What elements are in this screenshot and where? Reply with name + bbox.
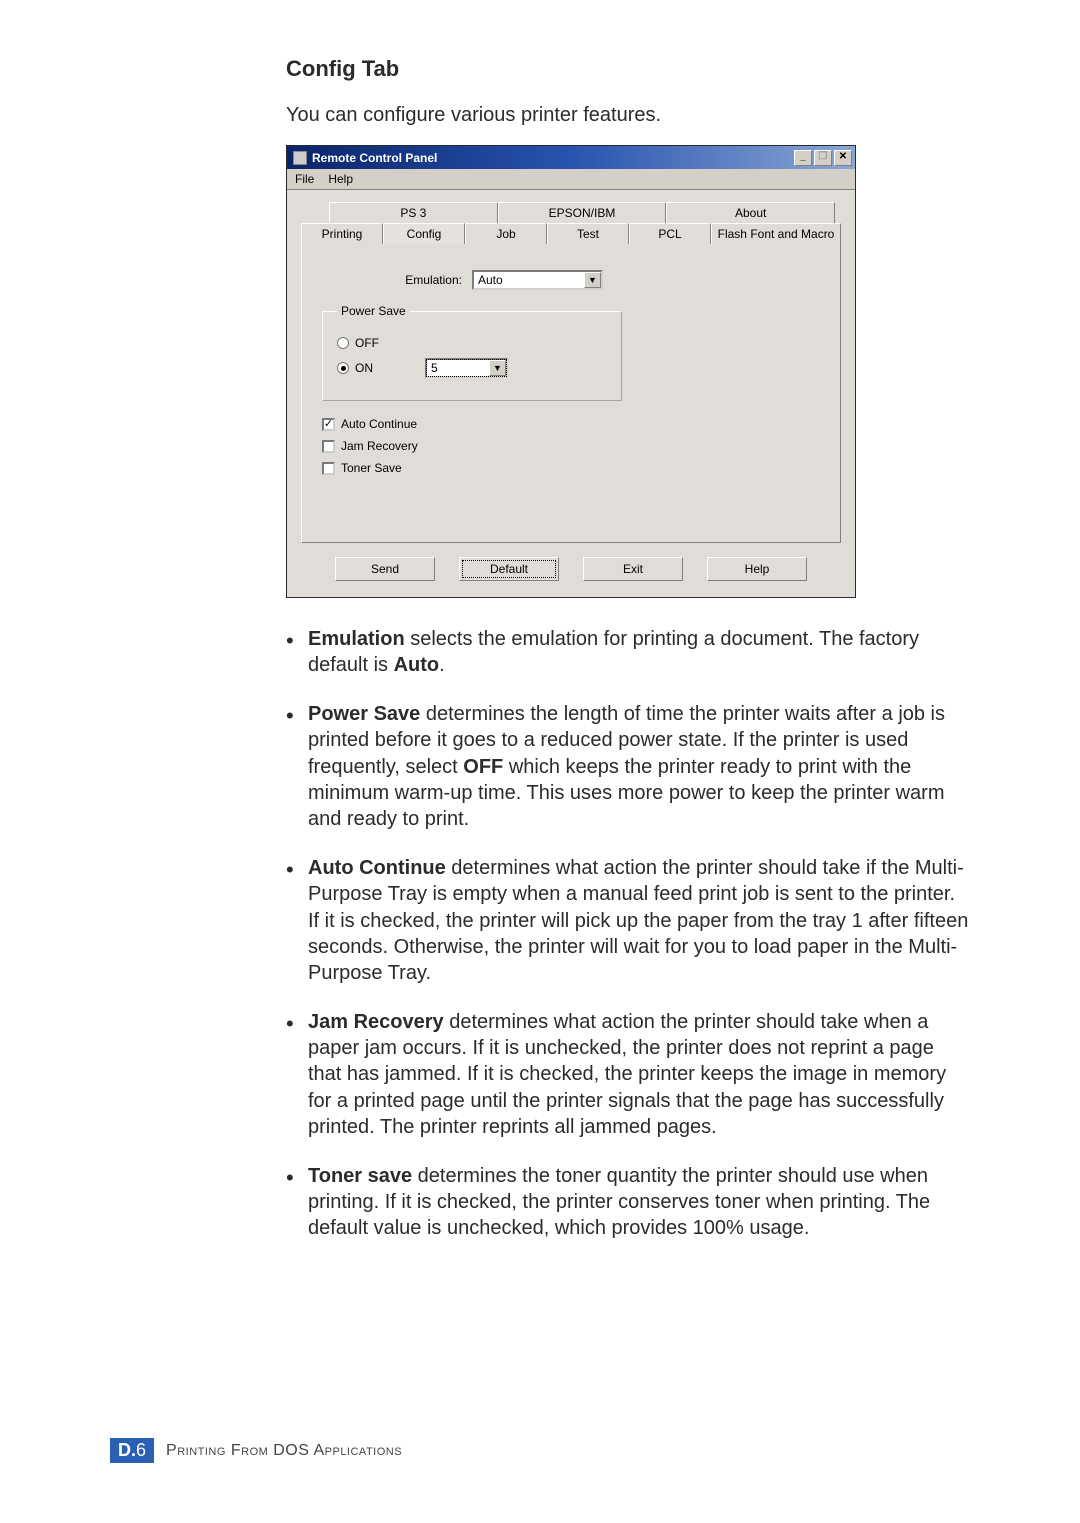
power-save-on-radio[interactable] bbox=[337, 362, 349, 374]
tab-printing[interactable]: Printing bbox=[301, 223, 383, 244]
note-emulation: Emulation selects the emulation for prin… bbox=[286, 626, 970, 679]
emulation-dropdown[interactable]: Auto ▼ bbox=[472, 270, 603, 290]
close-button[interactable]: ✕ bbox=[834, 150, 852, 166]
tab-job[interactable]: Job bbox=[465, 223, 547, 244]
tab-about[interactable]: About bbox=[666, 202, 835, 223]
power-save-on-label: ON bbox=[355, 361, 373, 375]
app-icon bbox=[293, 151, 307, 165]
power-save-time-dropdown[interactable]: 5 ▼ bbox=[425, 358, 508, 378]
jam-recovery-checkbox[interactable] bbox=[322, 440, 335, 453]
tab-config[interactable]: Config bbox=[383, 223, 465, 244]
footer-caption: Printing From DOS Applications bbox=[166, 1442, 402, 1460]
note-toner-save: Toner save determines the toner quantity… bbox=[286, 1163, 970, 1242]
emulation-value: Auto bbox=[474, 273, 584, 287]
toner-save-label: Toner Save bbox=[341, 461, 402, 475]
config-panel: Emulation: Auto ▼ Power Save OFF bbox=[301, 243, 841, 543]
note-power-save: Power Save determines the length of time… bbox=[286, 701, 970, 833]
send-button[interactable]: Send bbox=[335, 557, 435, 581]
tab-flash-font-macro[interactable]: Flash Font and Macro bbox=[711, 223, 841, 244]
section-heading: Config Tab bbox=[286, 56, 970, 82]
titlebar: Remote Control Panel _ ❐ ✕ bbox=[287, 146, 855, 169]
tab-pcl[interactable]: PCL bbox=[629, 223, 711, 244]
note-jam-recovery: Jam Recovery determines what action the … bbox=[286, 1009, 970, 1141]
emulation-label: Emulation: bbox=[322, 273, 472, 287]
window-title: Remote Control Panel bbox=[312, 151, 794, 165]
tab-test[interactable]: Test bbox=[547, 223, 629, 244]
auto-continue-checkbox[interactable]: ✓ bbox=[322, 418, 335, 431]
chevron-down-icon[interactable]: ▼ bbox=[584, 272, 601, 288]
power-save-group: Power Save OFF ON 5 ▼ bbox=[322, 304, 622, 401]
page-footer: D.6 Printing From DOS Applications bbox=[110, 1438, 402, 1463]
maximize-button: ❐ bbox=[814, 150, 832, 166]
jam-recovery-label: Jam Recovery bbox=[341, 439, 418, 453]
power-save-off-label: OFF bbox=[355, 336, 379, 350]
chevron-down-icon[interactable]: ▼ bbox=[489, 360, 506, 376]
auto-continue-label: Auto Continue bbox=[341, 417, 417, 431]
power-save-off-radio[interactable] bbox=[337, 337, 349, 349]
feature-notes: Emulation selects the emulation for prin… bbox=[286, 626, 970, 1242]
power-save-legend: Power Save bbox=[337, 304, 410, 318]
tab-epson-ibm[interactable]: EPSON/IBM bbox=[498, 202, 667, 223]
intro-text: You can configure various printer featur… bbox=[286, 104, 970, 127]
note-auto-continue: Auto Continue determines what action the… bbox=[286, 855, 970, 987]
tab-ps3[interactable]: PS 3 bbox=[329, 202, 498, 223]
menubar: File Help bbox=[287, 169, 855, 190]
footer-badge: D.6 bbox=[110, 1438, 154, 1463]
exit-button[interactable]: Exit bbox=[583, 557, 683, 581]
power-save-time-value: 5 bbox=[427, 361, 489, 375]
menu-help[interactable]: Help bbox=[328, 172, 353, 186]
menu-file[interactable]: File bbox=[295, 172, 314, 186]
remote-control-panel-dialog: Remote Control Panel _ ❐ ✕ File Help PS … bbox=[286, 145, 856, 598]
toner-save-checkbox[interactable] bbox=[322, 462, 335, 475]
minimize-button[interactable]: _ bbox=[794, 150, 812, 166]
default-button[interactable]: Default bbox=[459, 557, 559, 581]
help-button[interactable]: Help bbox=[707, 557, 807, 581]
